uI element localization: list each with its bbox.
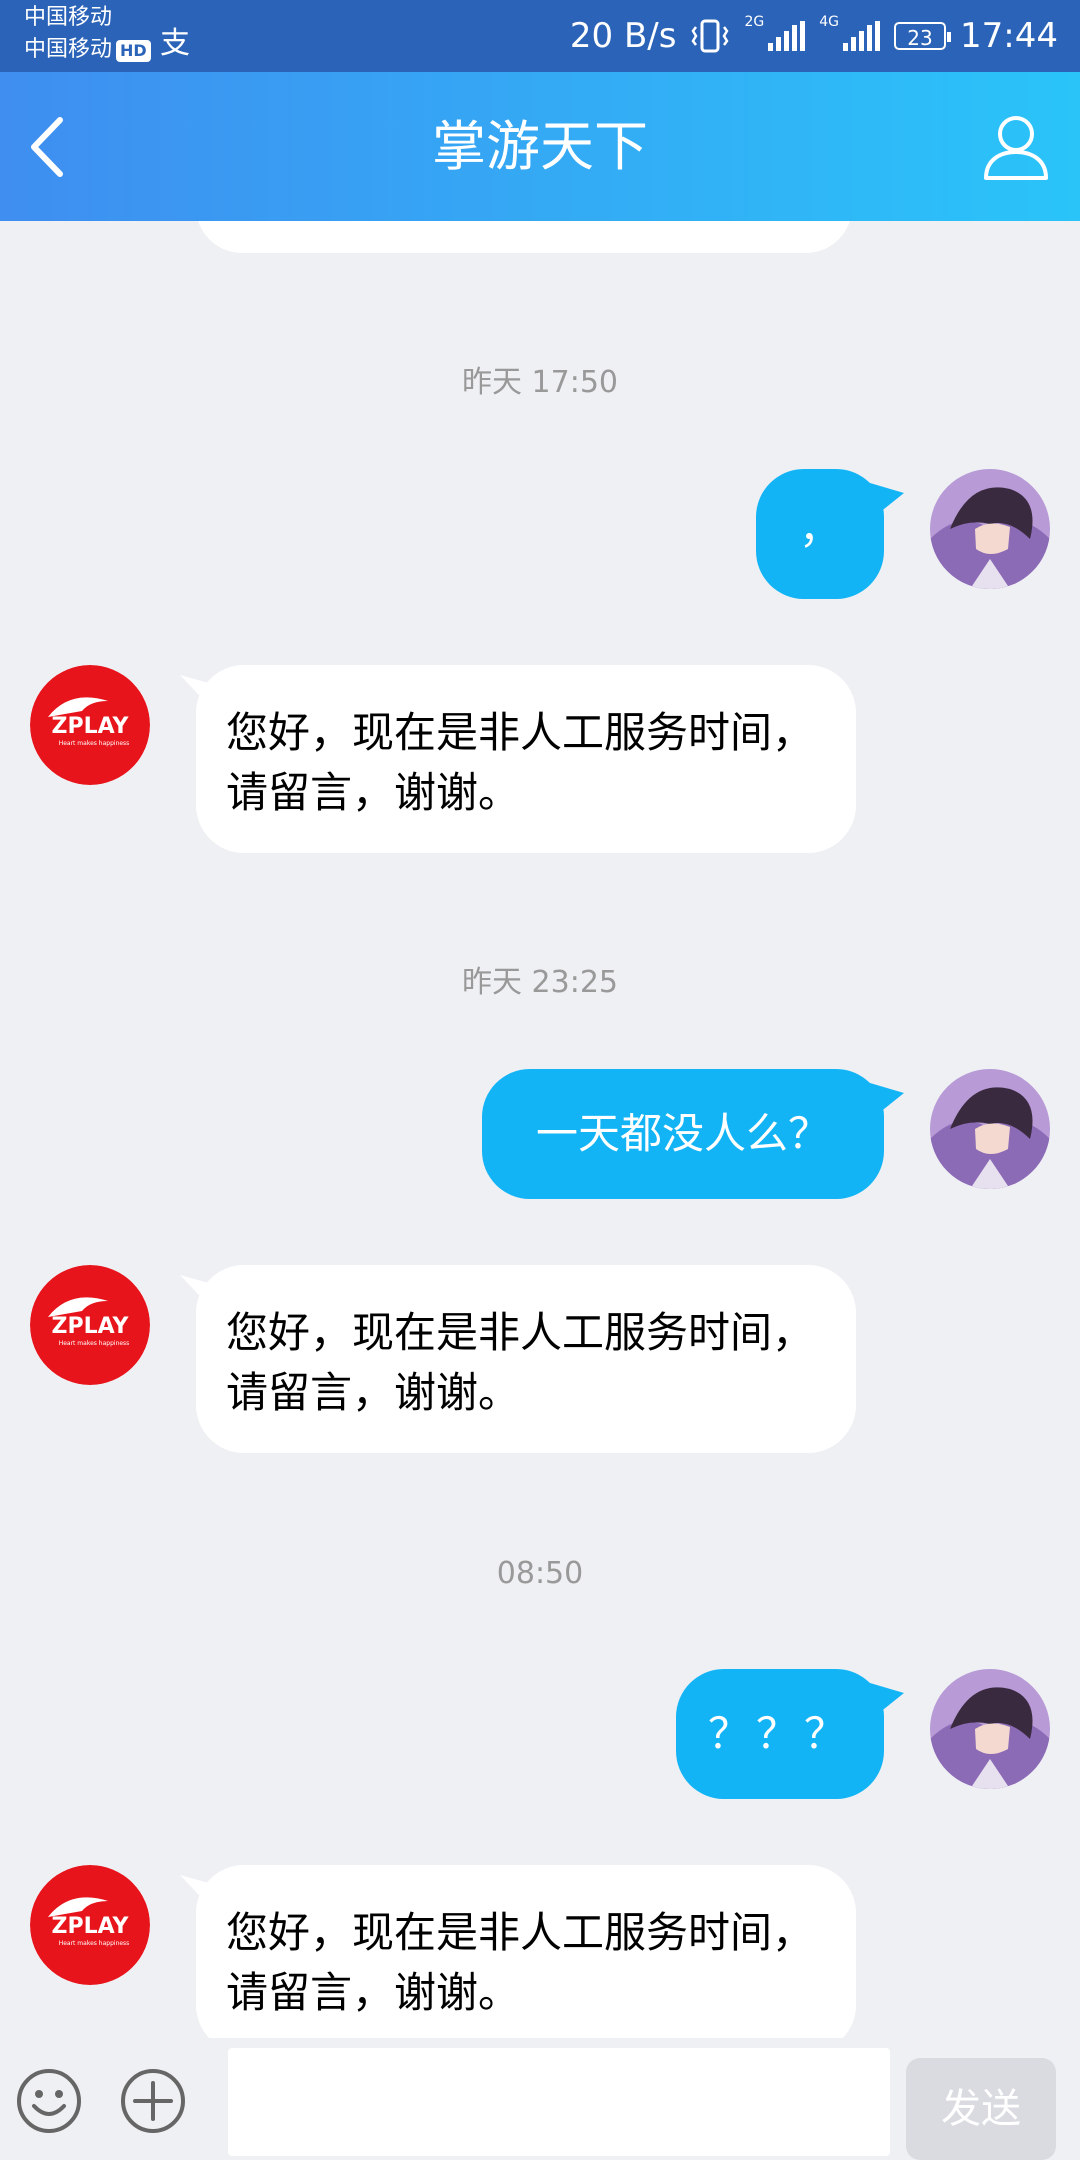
status-bar: 中国移动 中国移动 HD 支 20 B/s 2G 4G 23 17:44 [0, 0, 1080, 72]
bubble-tail [870, 483, 904, 517]
timestamp: 昨天 17:50 [462, 365, 618, 400]
signal-2g-icon [768, 21, 806, 51]
carrier-1: 中国移动 [24, 5, 113, 30]
zplay-logo-icon: ZPLAYHeart makes happiness [30, 1265, 150, 1385]
network-speed: 20 B/s [569, 16, 677, 56]
zplay-logo-text: ZPLAY [52, 714, 130, 739]
user-avatar-image [930, 1669, 1050, 1789]
carrier-2: 中国移动 HD [24, 36, 151, 64]
bot-avatar[interactable]: ZPLAY Heart makes happiness [30, 665, 150, 785]
bot-avatar[interactable]: ZPLAY Heart makes happiness [30, 1865, 150, 1985]
bubble-tail [870, 1083, 904, 1117]
outgoing-message-bubble[interactable]: ？？？ [676, 1669, 884, 1799]
signal-4g-icon [843, 21, 881, 51]
zplay-logo-icon: ZPLAYHeart makes happiness [30, 665, 150, 785]
incoming-message-bubble[interactable]: 您好，现在是非人工服务时间，请留言，谢谢。 [196, 665, 856, 853]
bot-avatar[interactable]: ZPLAY Heart makes happiness [30, 1265, 150, 1385]
zplay-logo-icon: ZPLAYHeart makes happiness [30, 1865, 150, 1985]
message-input[interactable] [228, 2048, 890, 2156]
user-avatar-image [930, 469, 1050, 589]
zplay-tagline: Heart makes happiness [59, 1340, 130, 1347]
user-avatar-image [930, 1069, 1050, 1189]
vibrate-icon [691, 19, 729, 53]
user-avatar[interactable] [930, 469, 1050, 589]
user-avatar[interactable] [930, 1669, 1050, 1789]
title-bar: 掌游天下 [0, 72, 1080, 221]
user-avatar[interactable] [930, 1069, 1050, 1189]
carrier-2-label: 中国移动 [24, 37, 113, 62]
zplay-logo-text: ZPLAY [52, 1914, 130, 1939]
alipay-icon: 支 [160, 26, 190, 61]
profile-icon[interactable] [980, 110, 1052, 182]
timestamp: 08:50 [496, 1556, 584, 1591]
chat-area[interactable]: 昨天 17:50 ， ZPLAY Heart makes happiness 您好… [0, 221, 1080, 2038]
send-button[interactable]: 发送 [906, 2058, 1056, 2160]
outgoing-message-bubble[interactable]: ， [756, 469, 884, 599]
battery-level: 23 [907, 26, 933, 50]
zplay-tagline: Heart makes happiness [59, 1940, 130, 1947]
input-bar: 发送 [0, 2038, 1080, 2160]
zplay-tagline: Heart makes happiness [59, 740, 130, 747]
previous-message-bubble [196, 221, 852, 253]
battery-icon: 23 [894, 22, 952, 50]
status-right: 20 B/s 2G 4G 23 17:44 [570, 14, 1058, 58]
hd-badge: HD [116, 40, 151, 62]
zplay-logo-text: ZPLAY [52, 1314, 130, 1339]
network-4g-label: 4G [819, 14, 840, 30]
page-title: 掌游天下 [432, 115, 648, 178]
plus-icon[interactable] [120, 2068, 186, 2134]
emoji-icon[interactable] [16, 2068, 82, 2134]
network-2g-label: 2G [744, 14, 765, 30]
bubble-tail [870, 1683, 904, 1717]
clock: 17:44 [960, 16, 1058, 56]
incoming-message-bubble[interactable]: 您好，现在是非人工服务时间，请留言，谢谢。 [196, 1865, 856, 2038]
incoming-message-bubble[interactable]: 您好，现在是非人工服务时间，请留言，谢谢。 [196, 1265, 856, 1453]
timestamp: 昨天 23:25 [462, 965, 618, 1000]
outgoing-message-bubble[interactable]: 一天都没人么？ [482, 1069, 884, 1199]
